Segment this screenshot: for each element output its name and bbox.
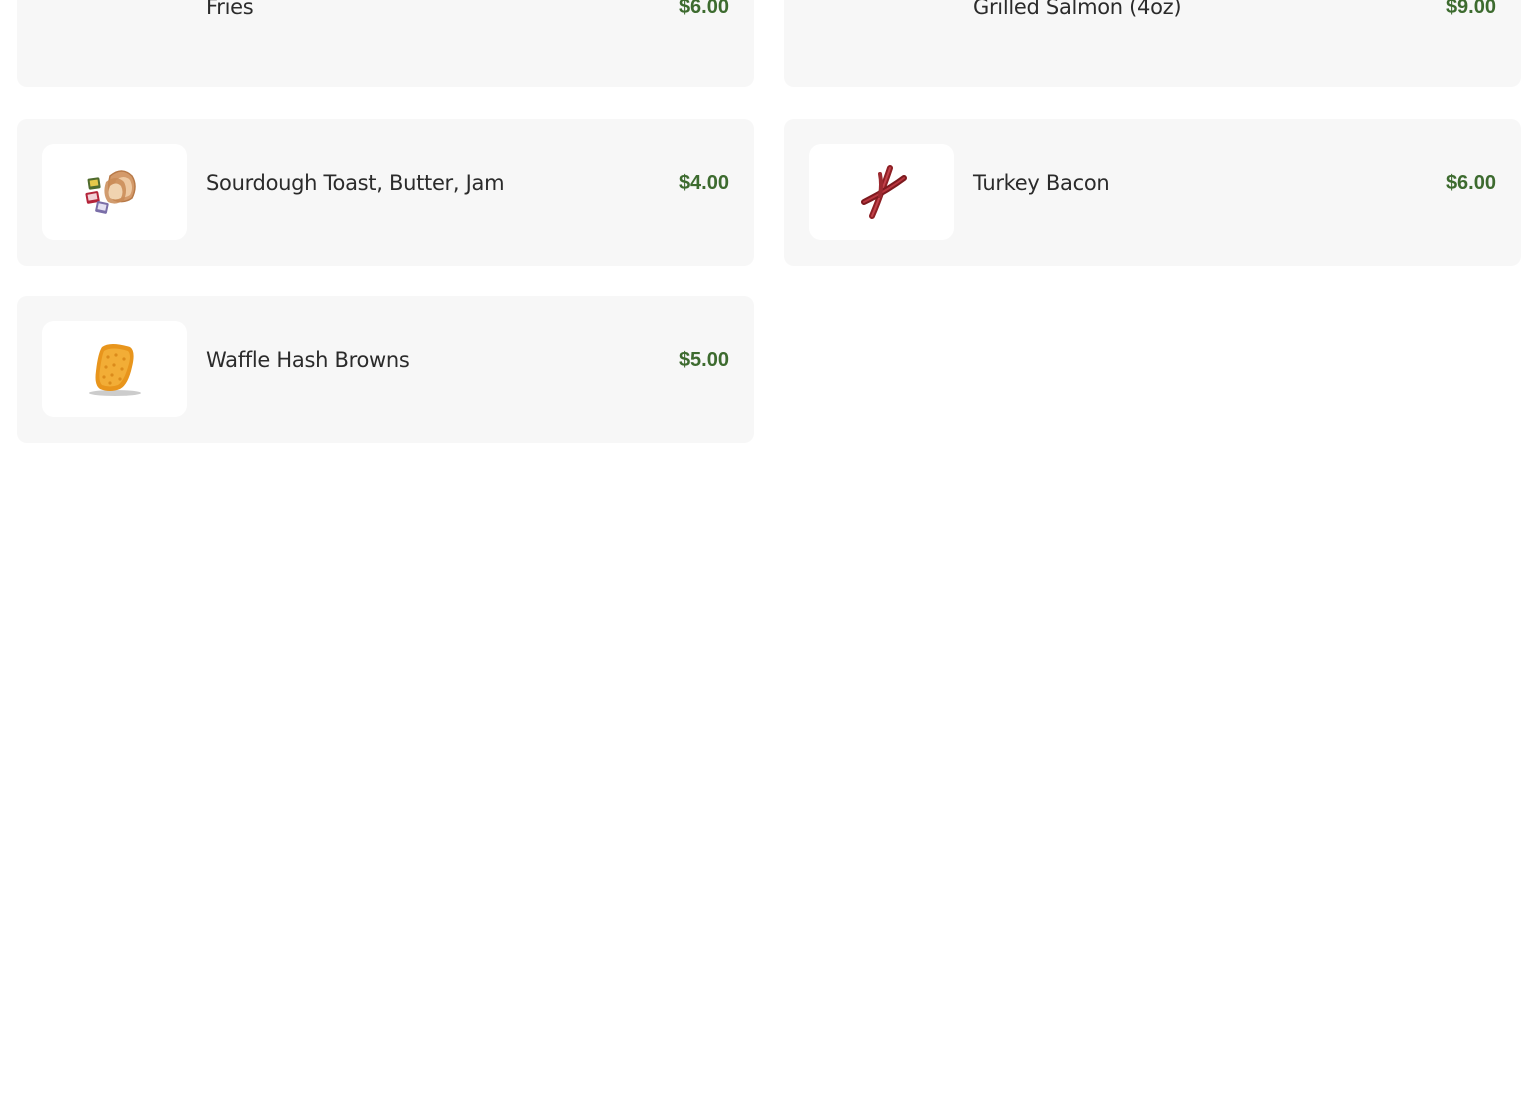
menu-item-name: Waffle Hash Browns bbox=[206, 348, 410, 372]
menu-item-name: Turkey Bacon bbox=[973, 171, 1110, 195]
menu-page: Fries $6.00 Grilled Salmon (4oz) $9.00 S… bbox=[0, 0, 1538, 1093]
menu-item-price: $6.00 bbox=[678, 0, 729, 18]
menu-item-card-sourdough-toast[interactable]: Sourdough Toast, Butter, Jam $4.00 bbox=[17, 119, 754, 266]
menu-item-name: Fries bbox=[206, 0, 254, 19]
hash-brown-photo bbox=[42, 321, 187, 417]
menu-item-price: $9.00 bbox=[1445, 0, 1496, 18]
menu-item-card-waffle-hash-browns[interactable]: Waffle Hash Browns $5.00 bbox=[17, 296, 754, 443]
menu-item-card-grilled-salmon[interactable]: Grilled Salmon (4oz) $9.00 bbox=[784, 0, 1521, 87]
menu-item-price: $6.00 bbox=[1445, 172, 1496, 194]
menu-item-name: Grilled Salmon (4oz) bbox=[973, 0, 1182, 19]
menu-item-price: $5.00 bbox=[678, 349, 729, 371]
menu-item-card-turkey-bacon[interactable]: Turkey Bacon $6.00 bbox=[784, 119, 1521, 266]
menu-item-card-fries[interactable]: Fries $6.00 bbox=[17, 0, 754, 87]
menu-item-price: $4.00 bbox=[678, 172, 729, 194]
toast-butter-jam-photo bbox=[42, 144, 187, 240]
menu-item-name: Sourdough Toast, Butter, Jam bbox=[206, 171, 505, 195]
turkey-bacon-photo bbox=[809, 144, 954, 240]
